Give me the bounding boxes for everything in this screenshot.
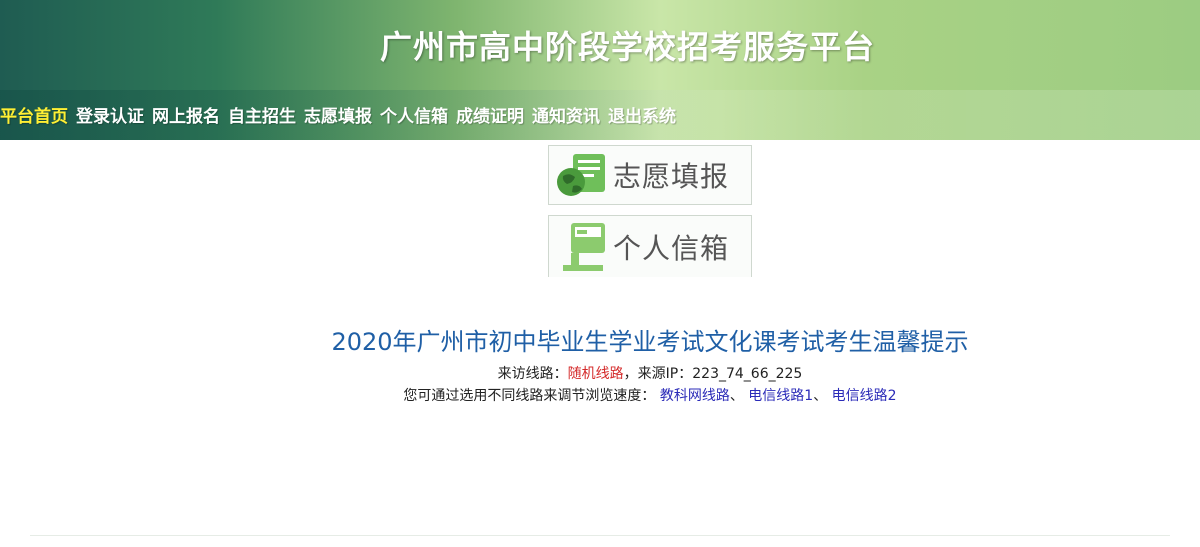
nav-item-login[interactable]: 登录认证 [76, 102, 144, 130]
notice-title: 2020年广州市初中毕业生学业考试文化课考试考生温馨提示 [331, 328, 969, 356]
shortcut-label: 个人信箱 [613, 231, 730, 265]
route-selection: 您可通过选用不同线路来调节浏览速度： 教科网线路、 电信线路1、 电信线路2 [0, 385, 1200, 405]
mailbox-icon [549, 220, 613, 274]
footer-divider [30, 535, 1170, 536]
route-link-edu[interactable]: 教科网线路 [660, 388, 730, 404]
nav-item-logout[interactable]: 退出系统 [608, 102, 676, 130]
route-label: 来访线路： [497, 366, 568, 382]
globe-form-icon [549, 148, 613, 202]
route-value: 随机线路 [567, 366, 624, 382]
nav-item-score-certificate[interactable]: 成绩证明 [456, 102, 524, 130]
nav-item-home[interactable]: 平台首页 [0, 102, 68, 130]
application-shortcut-button[interactable]: 志愿填报 [548, 145, 752, 205]
nav-item-mailbox[interactable]: 个人信箱 [380, 102, 448, 130]
route-link-telecom-1[interactable]: 电信线路1 [748, 388, 813, 404]
site-title: 广州市高中阶段学校招考服务平台 [380, 28, 876, 66]
route-info: 来访线路：随机线路，来源IP：223_74_66_225 [0, 363, 1200, 383]
nav-item-application[interactable]: 志愿填报 [304, 102, 372, 130]
ip-label: ，来源IP： [623, 366, 693, 382]
main-nav: 平台首页 登录认证 网上报名 自主招生 志愿填报 个人信箱 成绩证明 通知资讯 … [0, 102, 676, 130]
mailbox-shortcut-button[interactable]: 个人信箱 [548, 215, 752, 277]
route-link-telecom-2[interactable]: 电信线路2 [832, 388, 897, 404]
nav-item-news[interactable]: 通知资讯 [532, 102, 600, 130]
route-separator: 、 [813, 388, 828, 404]
nav-item-independent-admission[interactable]: 自主招生 [228, 102, 296, 130]
route-separator: 、 [729, 388, 744, 404]
shortcut-label: 志愿填报 [613, 160, 730, 193]
route-choose-text: 您可通过选用不同线路来调节浏览速度： [403, 388, 656, 404]
ip-value: 223_74_66_225 [692, 366, 803, 382]
nav-item-registration[interactable]: 网上报名 [152, 102, 220, 130]
